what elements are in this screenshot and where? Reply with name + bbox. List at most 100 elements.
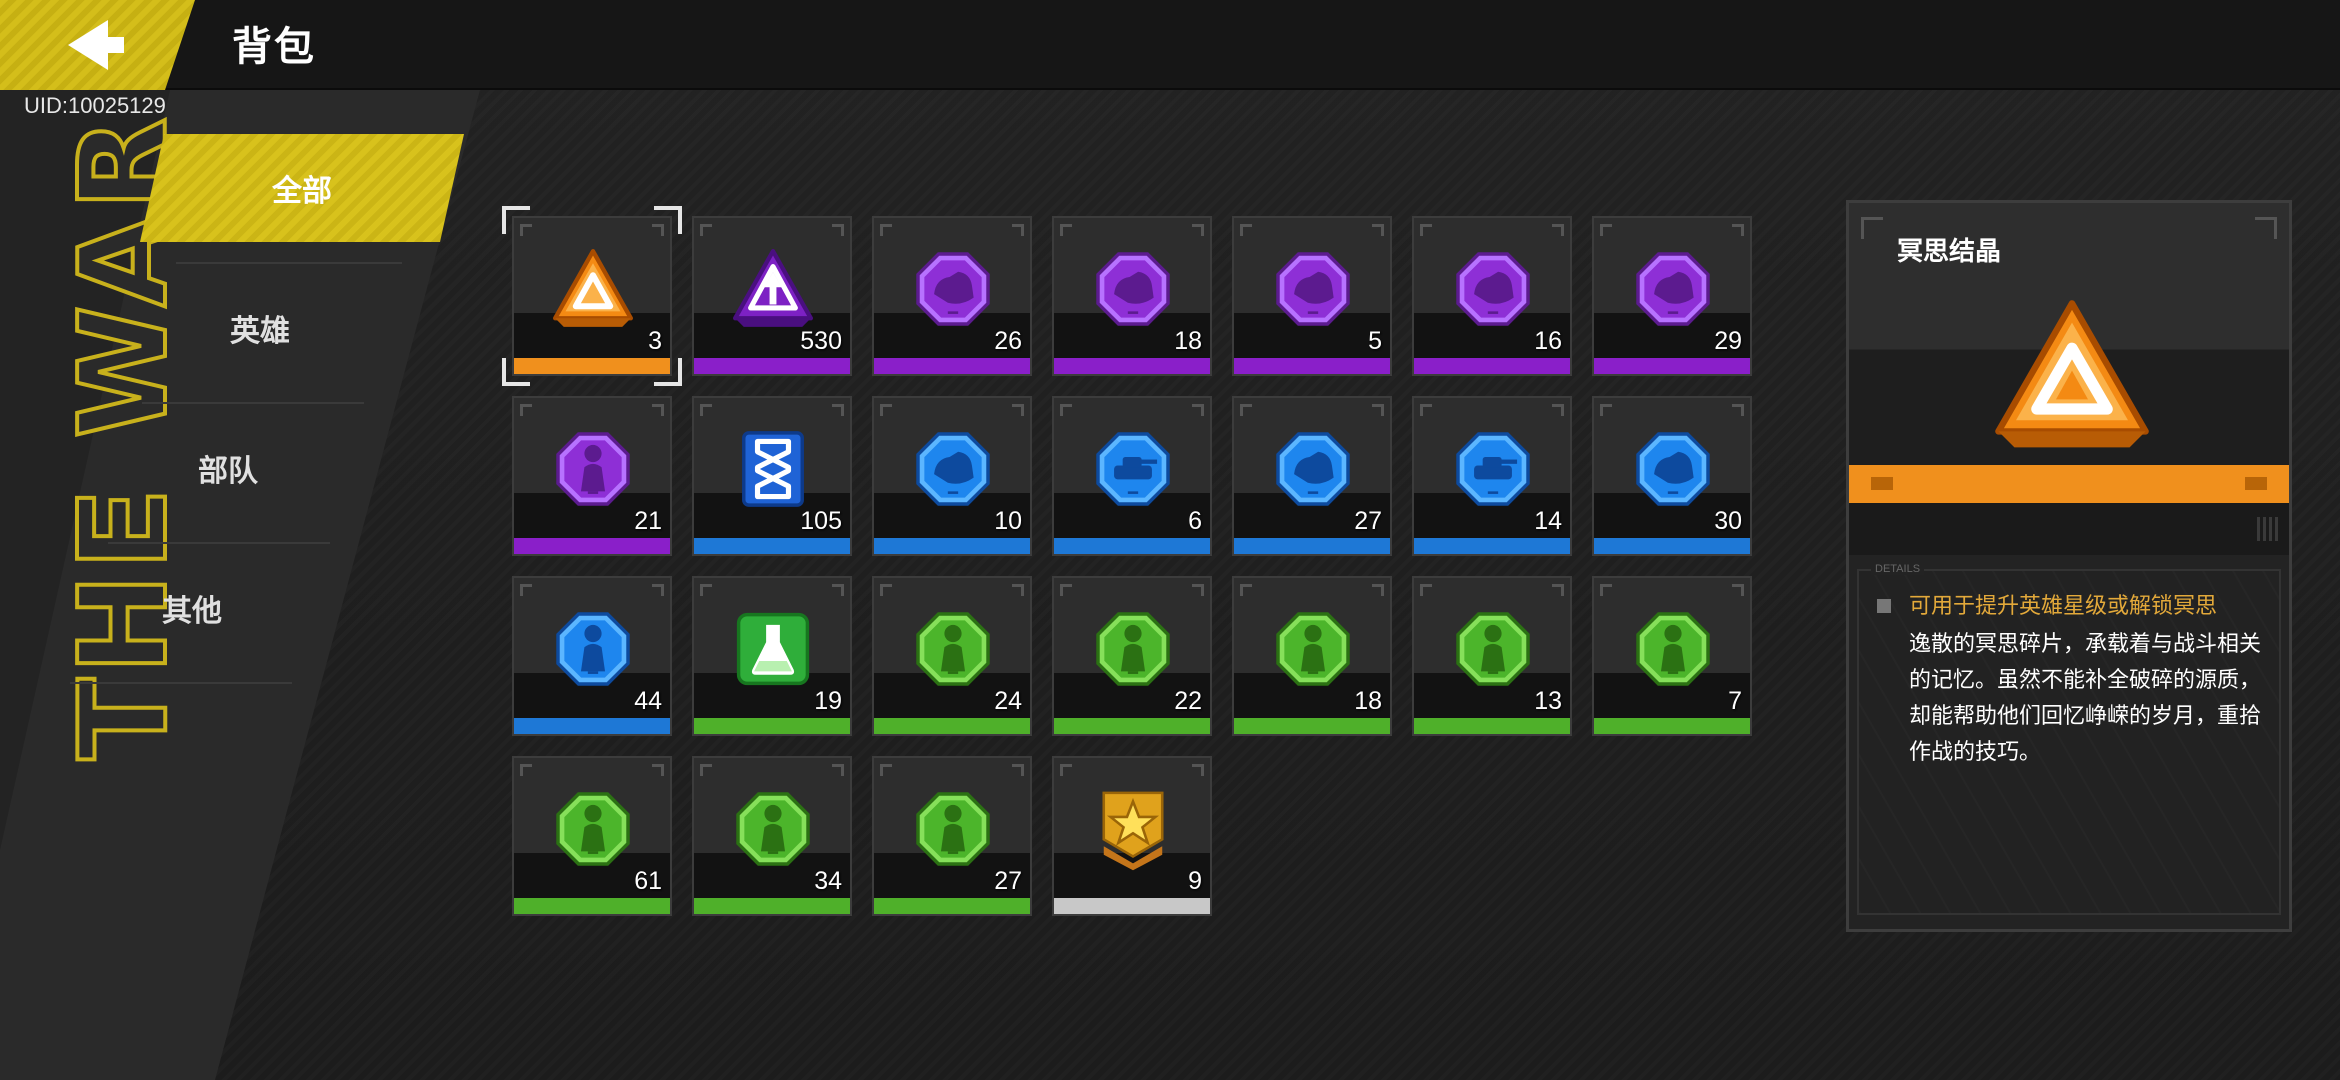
inventory-item-slot[interactable]: 10	[872, 396, 1032, 556]
inventory-item-slot[interactable]: 14	[1412, 396, 1572, 556]
inventory-item-slot[interactable]: 18	[1052, 216, 1212, 376]
selection-frame-corner	[654, 358, 682, 386]
rarity-bar	[1054, 718, 1210, 734]
slot-corner	[520, 404, 532, 416]
category-divider	[108, 542, 330, 544]
item-count: 530	[800, 327, 842, 355]
rarity-bar	[1234, 718, 1390, 734]
green-flask-icon	[736, 612, 810, 686]
inventory-item-slot[interactable]: 61	[512, 756, 672, 916]
slot-corner	[1552, 224, 1564, 236]
rarity-bar	[1414, 358, 1570, 374]
slot-corner	[1600, 404, 1612, 416]
inventory-item-slot[interactable]: 21	[512, 396, 672, 556]
green-hero-badge-icon	[1456, 612, 1530, 686]
item-count: 29	[1714, 327, 1742, 355]
rarity-bar	[1594, 718, 1750, 734]
category-tab-label: 其他	[162, 594, 222, 629]
uid-label: UID:10025129	[24, 93, 166, 118]
inventory-item-slot[interactable]: 34	[692, 756, 852, 916]
item-count: 105	[800, 507, 842, 535]
inventory-item-slot[interactable]: 26	[872, 216, 1032, 376]
inventory-item-slot[interactable]: 105	[692, 396, 852, 556]
rarity-bar	[1234, 538, 1390, 554]
back-button[interactable]	[0, 0, 195, 90]
rarity-bar	[694, 718, 850, 734]
inventory-item-slot[interactable]: 27	[872, 756, 1032, 916]
slot-corner	[832, 584, 844, 596]
slot-corner	[1552, 404, 1564, 416]
rarity-bar	[514, 718, 670, 734]
inventory-item-slot[interactable]: 18	[1232, 576, 1392, 736]
inventory-item-slot[interactable]: 30	[1592, 396, 1752, 556]
item-count: 7	[1728, 687, 1742, 715]
green-hero-badge-icon	[916, 612, 990, 686]
frame-corner	[2255, 217, 2277, 239]
inventory-item-slot[interactable]: 5	[1232, 216, 1392, 376]
item-count: 21	[634, 507, 662, 535]
green-hero-badge-icon	[556, 792, 630, 866]
slot-corner	[652, 404, 664, 416]
bullet-square-icon	[1877, 599, 1891, 613]
inventory-item-slot[interactable]: 9	[1052, 756, 1212, 916]
item-count: 5	[1368, 327, 1382, 355]
item-count: 18	[1174, 327, 1202, 355]
inventory-item-slot[interactable]: 6	[1052, 396, 1212, 556]
rarity-bar-nub	[1871, 477, 1893, 490]
category-tab-other[interactable]: 其他	[42, 558, 342, 658]
slot-corner	[1012, 224, 1024, 236]
selection-frame-corner	[654, 206, 682, 234]
rarity-bar	[1414, 538, 1570, 554]
slot-corner	[880, 224, 892, 236]
rarity-bar-nub	[2245, 477, 2267, 490]
category-tab-all[interactable]: 全部	[140, 134, 464, 242]
back-arrow-icon	[68, 20, 124, 70]
green-hero-badge-icon	[916, 792, 990, 866]
inventory-item-slot[interactable]: 29	[1592, 216, 1752, 376]
slot-corner	[700, 404, 712, 416]
slot-corner	[880, 404, 892, 416]
selection-frame-corner	[502, 206, 530, 234]
inventory-item-slot[interactable]: 3	[512, 216, 672, 376]
inventory-item-slot[interactable]: 24	[872, 576, 1032, 736]
inventory-item-slot[interactable]: 530	[692, 216, 852, 376]
inventory-item-slot[interactable]: 19	[692, 576, 852, 736]
purple-unit-badge-icon	[916, 252, 990, 326]
slot-corner	[1192, 404, 1204, 416]
inventory-item-slot[interactable]: 7	[1592, 576, 1752, 736]
slot-corner	[832, 224, 844, 236]
slot-corner	[700, 584, 712, 596]
slot-corner	[652, 584, 664, 596]
blue-unit-badge-icon	[916, 432, 990, 506]
slot-corner	[1372, 224, 1384, 236]
slot-corner	[1420, 404, 1432, 416]
item-count: 10	[994, 507, 1022, 535]
details-section-tag: DETAILS	[1871, 563, 1925, 575]
inventory-item-slot[interactable]: 27	[1232, 396, 1392, 556]
slot-corner	[832, 404, 844, 416]
purple-unit-badge-icon	[1456, 252, 1530, 326]
inventory-item-slot[interactable]: 16	[1412, 216, 1572, 376]
page-title: 背包	[232, 24, 316, 70]
inventory-item-slot[interactable]: 13	[1412, 576, 1572, 736]
inventory-item-slot[interactable]: 44	[512, 576, 672, 736]
orange-triangle-crystal-icon	[553, 249, 633, 327]
slot-corner	[1600, 224, 1612, 236]
slot-corner	[700, 764, 712, 776]
detail-item-name: 冥思结晶	[1897, 237, 2002, 267]
green-hero-badge-icon	[736, 792, 810, 866]
blue-tank-badge-icon	[1096, 432, 1170, 506]
rarity-bar	[874, 538, 1030, 554]
rarity-bar	[1594, 358, 1750, 374]
item-count: 19	[814, 687, 842, 715]
inventory-item-slot[interactable]: 22	[1052, 576, 1212, 736]
rarity-bar	[1234, 358, 1390, 374]
rarity-bar	[694, 358, 850, 374]
purple-hero-badge-icon	[556, 432, 630, 506]
item-count: 9	[1188, 867, 1202, 895]
category-tab-heroes[interactable]: 英雄	[110, 278, 410, 378]
item-count: 14	[1534, 507, 1562, 535]
rarity-bar	[874, 718, 1030, 734]
frame-corner	[1861, 217, 1883, 239]
category-tab-troops[interactable]: 部队	[78, 418, 378, 518]
